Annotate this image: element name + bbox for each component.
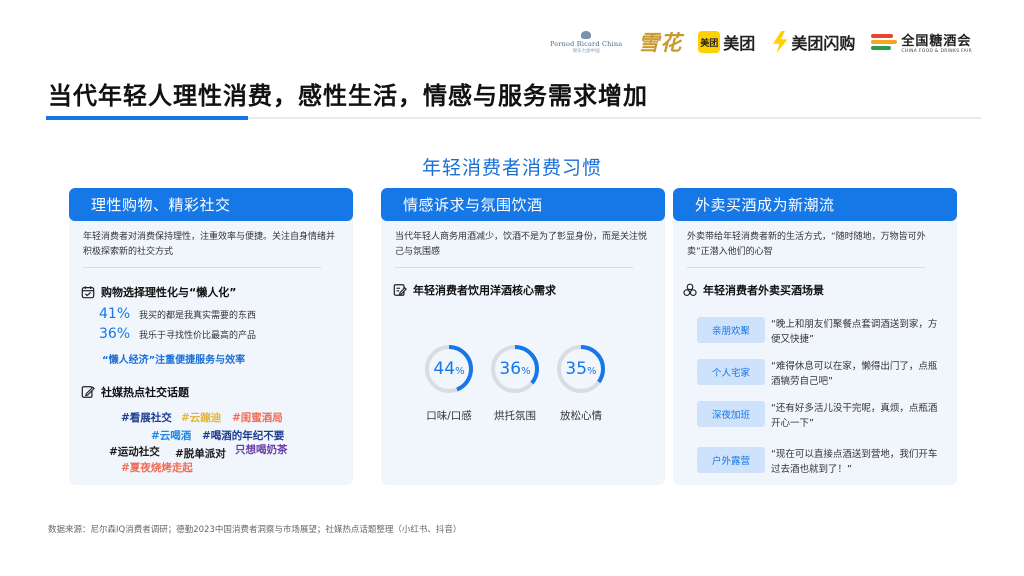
card-description: 年轻消费者对消费保持理性，注重效率与便捷。关注自身情绪并积极探索新的社交方式 [83,232,336,257]
hashtag: #喝酒的年纪不要 [202,430,285,442]
donut-value: 35% [565,359,597,379]
scene-quote: “难得休息可以在家，懒得出门了，点瓶酒犒劳自己吧” [771,361,938,387]
hashtag: #脱单派对 [175,448,226,460]
card-description: 当代年轻人商务用酒减少，饮酒不是为了彰显身份，而是关注悦己与氛围感 [395,232,648,257]
note-edit-icon [393,284,407,296]
card-rational-shopping: 理性购物、精彩社交 年轻消费者对消费保持理性，注重效率与便捷。关注自身情绪并积极… [69,188,353,485]
section-title: 购物选择理性化与“懒人化” [81,284,236,300]
card-emotional-drinking: 情感诉求与氛围饮酒 当代年轻人商务用酒减少，饮酒不是为了彰显身份，而是关注悦己与… [381,188,665,485]
edit-icon [81,386,95,398]
pernod-ricard-logo: Pernod Ricard China 保乐力加中国 [550,30,622,54]
stat-row: 36% 我乐于寻找性价比最高的产品 [99,326,256,342]
stat-row: 41% 我买的都是我真实需要的东西 [99,306,256,322]
divider [395,267,633,268]
card-header: 情感诉求与氛围饮酒 [381,188,665,221]
partner-logos: Pernod Ricard China 保乐力加中国 雪花 美团 美团 美团闪购… [550,28,972,56]
scene-tag: 户外露营 [697,447,765,473]
stat-text: 我乐于寻找性价比最高的产品 [139,330,257,341]
scene-quote: “晚上和朋友们聚餐点套调酒送到家，方便又快捷” [771,319,938,345]
donut-label: 放松心情 [560,410,602,422]
scene-tag: 亲朋欢聚 [697,317,765,343]
scene-quote: “现在可以直接点酒送到营地，我们开车过去酒也就到了！” [771,449,938,475]
china-food-drinks-fair-logo: 全国糖酒会 CHINA FOOD & DRINKS FAIR [871,30,972,54]
section-title: 年轻消费者饮用洋酒核心需求 [393,282,556,298]
donut-chart: 36% [489,343,541,395]
donut-value: 36% [499,359,531,379]
scene-tag: 个人宅家 [697,359,765,385]
hashtag: #闺蜜酒局 [232,412,283,424]
hashtag: #运动社交 [109,446,160,458]
hashtag: 只想喝奶茶 [235,444,288,456]
donut-label: 口味/口感 [426,410,472,422]
card-header: 外卖买酒成为新潮流 [673,188,957,221]
calendar-icon [81,286,95,299]
lazy-economy-highlight: “懒人经济”注重便捷服务与效率 [102,355,246,366]
section-title: 年轻消费者外卖买酒场景 [683,282,824,298]
card-header: 理性购物、精彩社交 [69,188,353,221]
divider [83,267,321,268]
donut-chart: 35% [555,343,607,395]
meituan-logo: 美团 美团 [698,30,755,54]
title-accent-bar [46,116,248,120]
hashtag: #云蹦迪 [181,412,222,424]
circles-icon [683,283,697,296]
card-description: 外卖带给年轻消费者新的生活方式，“随时随地，万物皆可外卖”正潜入他们的心智 [687,232,926,257]
hashtag: #看展社交 [121,412,172,424]
snow-beer-logo: 雪花 [638,30,683,55]
hashtag: #云喝酒 [151,430,192,442]
section-subtitle: 年轻消费者消费习惯 [421,157,602,179]
stat-value: 36% [99,326,131,342]
hashtag: #夏夜烧烤走起 [121,462,193,474]
donut-label: 烘托氛围 [494,410,536,422]
stat-text: 我买的都是我真实需要的东西 [139,310,257,321]
meituan-flash-logo: 美团闪购 [771,30,855,54]
scene-quote: “还有好多活儿没干完呢，真烦，点瓶酒开心一下” [771,403,938,429]
lightning-icon [773,31,788,53]
card-delivery-alcohol: 外卖买酒成为新潮流 外卖带给年轻消费者新的生活方式，“随时随地，万物皆可外卖”正… [673,188,957,485]
donut-value: 44% [433,359,465,379]
donut-chart: 44% [423,343,475,395]
page-title: 当代年轻人理性消费，感性生活，情感与服务需求增加 [48,82,648,110]
section-title: 社媒热点社交话题 [81,384,189,400]
stat-value: 41% [99,306,131,322]
divider [687,267,925,268]
scene-tag: 深夜加班 [697,401,765,427]
data-source-note: 数据来源：尼尔森IQ消费者调研；德勤2023中国消费者洞察与市场展望；社媒热点话… [48,525,462,535]
